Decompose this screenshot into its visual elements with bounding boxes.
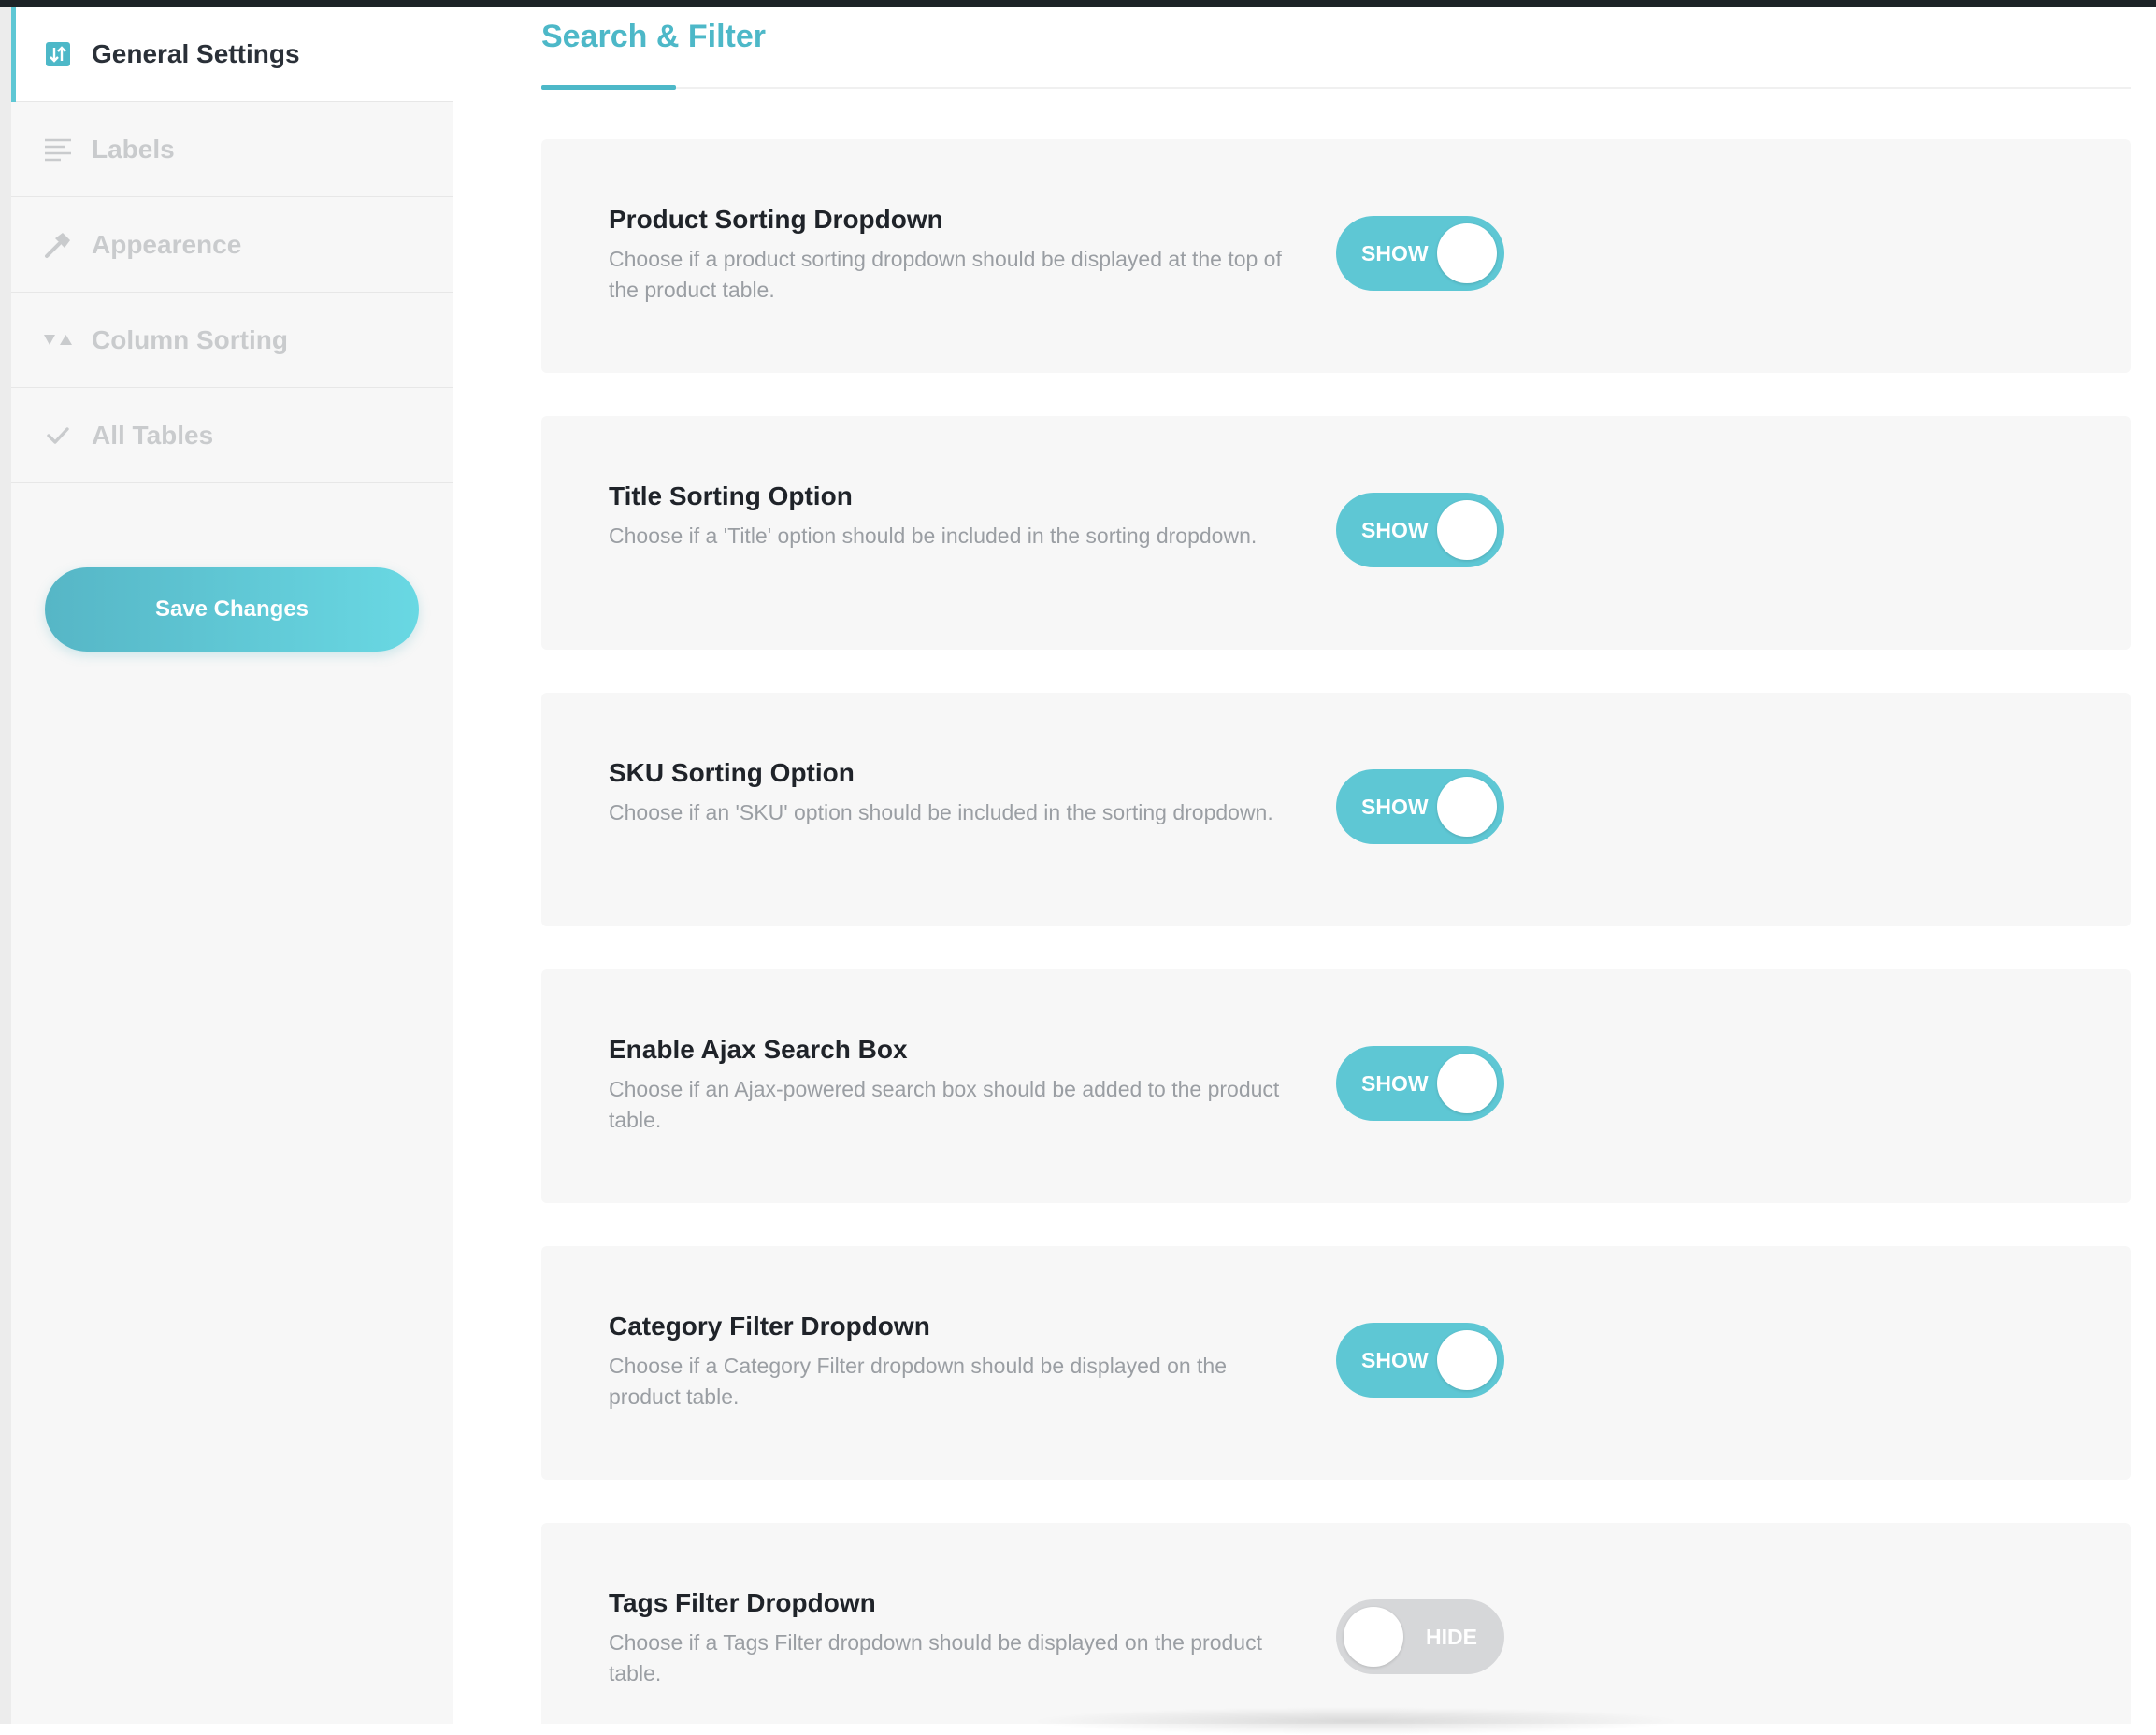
toggle-state-label: SHOW [1361, 1071, 1429, 1096]
category-filter-toggle[interactable]: SHOW [1336, 1323, 1504, 1398]
setting-card-ajax-search: Enable Ajax Search Box Choose if an Ajax… [541, 969, 2131, 1203]
page-title: Search & Filter [541, 19, 766, 54]
toggle-knob [1437, 777, 1497, 837]
save-changes-button[interactable]: Save Changes [45, 567, 419, 652]
sidebar-item-column-sorting[interactable]: Column Sorting [11, 293, 453, 388]
setting-card-tags-filter: Tags Filter Dropdown Choose if a Tags Fi… [541, 1523, 2131, 1724]
checkmark-icon [43, 421, 73, 451]
tags-filter-toggle[interactable]: HIDE [1336, 1599, 1504, 1674]
setting-description: Choose if a product sorting dropdown sho… [609, 247, 1282, 302]
sidebar-item-all-tables[interactable]: All Tables [11, 388, 453, 483]
setting-card-sku-sorting: SKU Sorting Option Choose if an 'SKU' op… [541, 693, 2131, 926]
sidebar-item-appearence[interactable]: Appearence [11, 197, 453, 293]
sort-triangles-icon [43, 325, 73, 355]
sidebar-item-general-settings[interactable]: General Settings [11, 7, 453, 102]
toggle-knob [1437, 223, 1497, 283]
sidebar: General Settings Labels Appearence Colum… [11, 7, 453, 1724]
left-edge-strip [0, 7, 11, 1724]
setting-title: Category Filter Dropdown [609, 1312, 930, 1341]
toggle-knob [1437, 1330, 1497, 1390]
sidebar-item-label: Appearence [92, 229, 242, 259]
active-tab-underline [541, 85, 676, 90]
toggle-knob [1344, 1607, 1403, 1667]
sku-sorting-toggle[interactable]: SHOW [1336, 769, 1504, 844]
hammer-icon [43, 230, 73, 260]
toggle-knob [1437, 500, 1497, 560]
title-sorting-toggle[interactable]: SHOW [1336, 493, 1504, 567]
setting-title: SKU Sorting Option [609, 758, 855, 787]
product-sorting-toggle[interactable]: SHOW [1336, 216, 1504, 291]
toggle-state-label: HIDE [1426, 1625, 1477, 1649]
setting-description: Choose if a Tags Filter dropdown should … [609, 1630, 1262, 1685]
ajax-search-toggle[interactable]: SHOW [1336, 1046, 1504, 1121]
setting-title: Product Sorting Dropdown [609, 205, 943, 234]
sidebar-item-label: All Tables [92, 420, 214, 450]
setting-card-title-sorting: Title Sorting Option Choose if a 'Title'… [541, 416, 2131, 650]
sliders-icon [43, 39, 73, 69]
setting-title: Title Sorting Option [609, 481, 853, 510]
setting-title: Tags Filter Dropdown [609, 1588, 876, 1617]
toggle-state-label: SHOW [1361, 795, 1429, 819]
sidebar-item-label: Labels [92, 134, 175, 164]
setting-card-product-sorting: Product Sorting Dropdown Choose if a pro… [541, 139, 2131, 373]
setting-description: Choose if an 'SKU' option should be incl… [609, 800, 1273, 824]
sidebar-item-labels[interactable]: Labels [11, 102, 453, 197]
sidebar-item-label: General Settings [92, 38, 300, 68]
setting-description: Choose if a Category Filter dropdown sho… [609, 1354, 1228, 1409]
setting-title: Enable Ajax Search Box [609, 1035, 908, 1064]
setting-card-category-filter: Category Filter Dropdown Choose if a Cat… [541, 1246, 2131, 1480]
setting-description: Choose if a 'Title' option should be inc… [609, 523, 1258, 548]
top-bar [0, 0, 2156, 7]
toggle-state-label: SHOW [1361, 241, 1429, 265]
setting-description: Choose if an Ajax-powered search box sho… [609, 1077, 1280, 1132]
floating-shadow [1028, 1707, 1683, 1735]
toggle-knob [1437, 1054, 1497, 1113]
lines-icon [43, 135, 73, 165]
toggle-state-label: SHOW [1361, 1348, 1429, 1372]
sidebar-item-label: Column Sorting [92, 324, 288, 354]
toggle-state-label: SHOW [1361, 518, 1429, 542]
title-divider [541, 87, 2131, 89]
